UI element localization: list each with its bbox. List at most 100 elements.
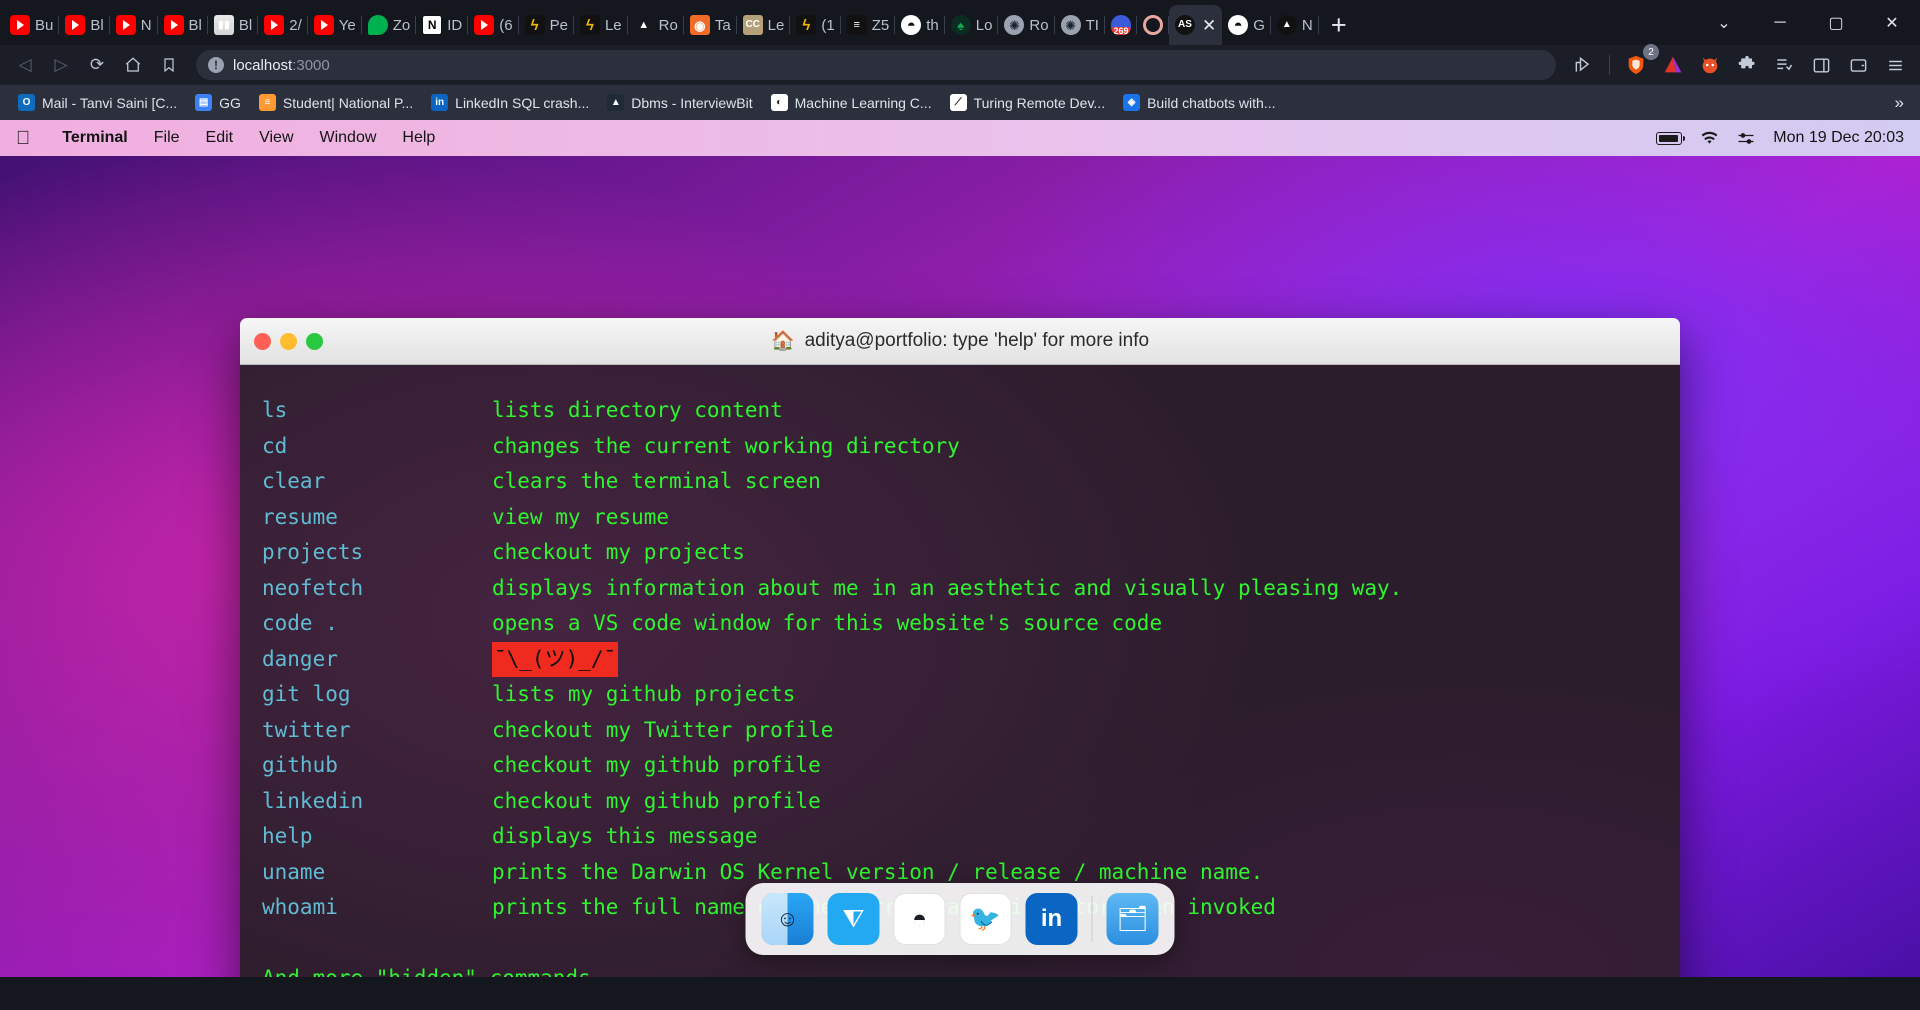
reload-icon[interactable]: ⟳: [80, 48, 114, 82]
browser-tab[interactable]: CCLe: [737, 5, 791, 45]
browser-tab[interactable]: ◓th: [895, 5, 945, 45]
tab-title: Bu: [35, 17, 53, 34]
terminal-titlebar[interactable]: 🏠 aditya@portfolio: type 'help' for more…: [240, 318, 1680, 365]
tab-close-icon[interactable]: ✕: [1202, 17, 1216, 34]
sidebar-icon[interactable]: [1804, 48, 1838, 82]
browser-tab[interactable]: Bu: [4, 5, 59, 45]
new-tab-button[interactable]: +: [1319, 5, 1359, 45]
tab-title: Ta: [715, 17, 731, 34]
coursera-icon: ◐: [771, 94, 788, 111]
battery-icon[interactable]: [1656, 132, 1682, 145]
home-icon[interactable]: [116, 48, 150, 82]
browser-tab[interactable]: NID: [416, 5, 468, 45]
minimize-button[interactable]: ─: [1752, 0, 1808, 45]
share-icon[interactable]: [1566, 48, 1600, 82]
terminal-command-row: code .opens a VS code window for this we…: [262, 606, 1680, 642]
command-name: ls: [262, 393, 492, 429]
command-description: ¯\_(ツ)_/¯: [492, 642, 618, 678]
browser-menu-icon[interactable]: [1878, 48, 1912, 82]
control-center-icon[interactable]: [1737, 131, 1755, 146]
command-name: clear: [262, 464, 492, 500]
brave-shields-icon[interactable]: 2: [1619, 48, 1653, 82]
dock-item-vscode-icon[interactable]: ⧨: [828, 893, 880, 945]
brave-rewards-icon[interactable]: [1656, 48, 1690, 82]
menubar-status-items: Mon 19 Dec 20:03: [1656, 129, 1904, 147]
browser-tab[interactable]: ✺Ro: [998, 5, 1054, 45]
command-name: code .: [262, 606, 492, 642]
expand-button[interactable]: ⌄: [1696, 0, 1752, 45]
dock-item-github-icon[interactable]: ◓: [894, 893, 946, 945]
browser-tab[interactable]: ϟPe: [519, 5, 574, 45]
menu-item-view[interactable]: View: [259, 129, 293, 147]
reading-list-icon[interactable]: [1767, 48, 1801, 82]
bookmark-item[interactable]: ▤GG: [187, 90, 249, 115]
browser-tab[interactable]: AS✕: [1169, 5, 1222, 45]
browser-tab[interactable]: ϟLe: [574, 5, 628, 45]
browser-tab[interactable]: Bl: [158, 5, 208, 45]
creative-commons-icon: CC: [743, 15, 763, 35]
browser-tab[interactable]: ▲Ro: [628, 5, 684, 45]
dock-item-linkedin-icon[interactable]: in: [1026, 893, 1078, 945]
browser-tab[interactable]: (6: [468, 5, 518, 45]
menu-item-edit[interactable]: Edit: [206, 129, 234, 147]
bookmark-item[interactable]: ◐Machine Learning C...: [763, 90, 940, 115]
browser-tab[interactable]: Ye: [308, 5, 362, 45]
browser-tab[interactable]: N: [110, 5, 158, 45]
bookmark-icon[interactable]: [152, 48, 186, 82]
url-text: localhost:3000: [233, 57, 330, 74]
dock-item-twitter-icon[interactable]: 🐦: [960, 893, 1012, 945]
bookmark-item[interactable]: ◈Build chatbots with...: [1115, 90, 1283, 115]
bookmark-item[interactable]: ⟋Turing Remote Dev...: [942, 90, 1114, 115]
extensions-puzzle-icon[interactable]: [1730, 48, 1764, 82]
browser-tab[interactable]: Bl: [59, 5, 109, 45]
bookmark-label: LinkedIn SQL crash...: [455, 95, 589, 111]
bookmark-item[interactable]: ▲Dbms - InterviewBit: [599, 90, 760, 115]
browser-tab[interactable]: ♠Lo: [945, 5, 999, 45]
wifi-icon[interactable]: [1700, 131, 1719, 146]
menu-app-name[interactable]: Terminal: [62, 129, 128, 147]
command-description: changes the current working directory: [492, 429, 960, 465]
tab-title: Ro: [1029, 17, 1048, 34]
browser-tab[interactable]: [1137, 5, 1169, 45]
menu-item-file[interactable]: File: [154, 129, 180, 147]
bookmarks-overflow-button[interactable]: »: [1895, 93, 1910, 113]
pocket-icon: [368, 15, 388, 35]
browser-tab[interactable]: ≡Z5: [841, 5, 896, 45]
bookmark-item[interactable]: ≡Student| National P...: [251, 90, 421, 115]
mongodb-icon: ♠: [951, 15, 971, 35]
browser-tab[interactable]: 269: [1105, 5, 1137, 45]
menubar-clock[interactable]: Mon 19 Dec 20:03: [1773, 129, 1904, 147]
zsh-icon: ≡: [847, 15, 867, 35]
command-name: twitter: [262, 713, 492, 749]
browser-tab[interactable]: ▮▮Bl: [208, 5, 258, 45]
close-window-button[interactable]: ✕: [1864, 0, 1920, 45]
browser-tab[interactable]: ▲N: [1271, 5, 1319, 45]
browser-tab[interactable]: ✺TI: [1055, 5, 1105, 45]
site-info-warning-icon[interactable]: !: [208, 57, 224, 73]
terminal-footer-note: And more "hidden" commands...: [262, 961, 1680, 977]
extension-fox-icon[interactable]: [1693, 48, 1727, 82]
close-button[interactable]: [254, 333, 271, 350]
menu-item-help[interactable]: Help: [402, 129, 435, 147]
tab-title: Zo: [393, 17, 411, 34]
bookmark-item[interactable]: OMail - Tanvi Saini [C...: [10, 90, 185, 115]
browser-tab[interactable]: ◓G: [1222, 5, 1271, 45]
maximize-button[interactable]: ▢: [1808, 0, 1864, 45]
toolbar-actions: 2: [1566, 48, 1912, 82]
back-icon[interactable]: ◁: [8, 48, 42, 82]
browser-tab[interactable]: ϟ(1: [790, 5, 840, 45]
bookmark-item[interactable]: inLinkedIn SQL crash...: [423, 90, 597, 115]
dock-item-files-icon[interactable]: 🗂: [1107, 893, 1159, 945]
apple-logo-icon[interactable]: : [16, 129, 30, 148]
address-bar[interactable]: ! localhost:3000: [196, 50, 1556, 80]
browser-tab[interactable]: 2/: [258, 5, 308, 45]
minimize-button[interactable]: [280, 333, 297, 350]
browser-tab[interactable]: Zo: [362, 5, 417, 45]
menu-item-window[interactable]: Window: [320, 129, 377, 147]
zoom-button[interactable]: [306, 333, 323, 350]
wallet-icon[interactable]: [1841, 48, 1875, 82]
dock-item-finder-icon[interactable]: ☺: [762, 893, 814, 945]
browser-tab[interactable]: ◉Ta: [684, 5, 737, 45]
forward-icon[interactable]: ▷: [44, 48, 78, 82]
browser-window: BuBlNBl▮▮Bl2/YeZoNID(6ϟPeϟLe▲Ro◉TaCCLeϟ(…: [0, 0, 1920, 120]
